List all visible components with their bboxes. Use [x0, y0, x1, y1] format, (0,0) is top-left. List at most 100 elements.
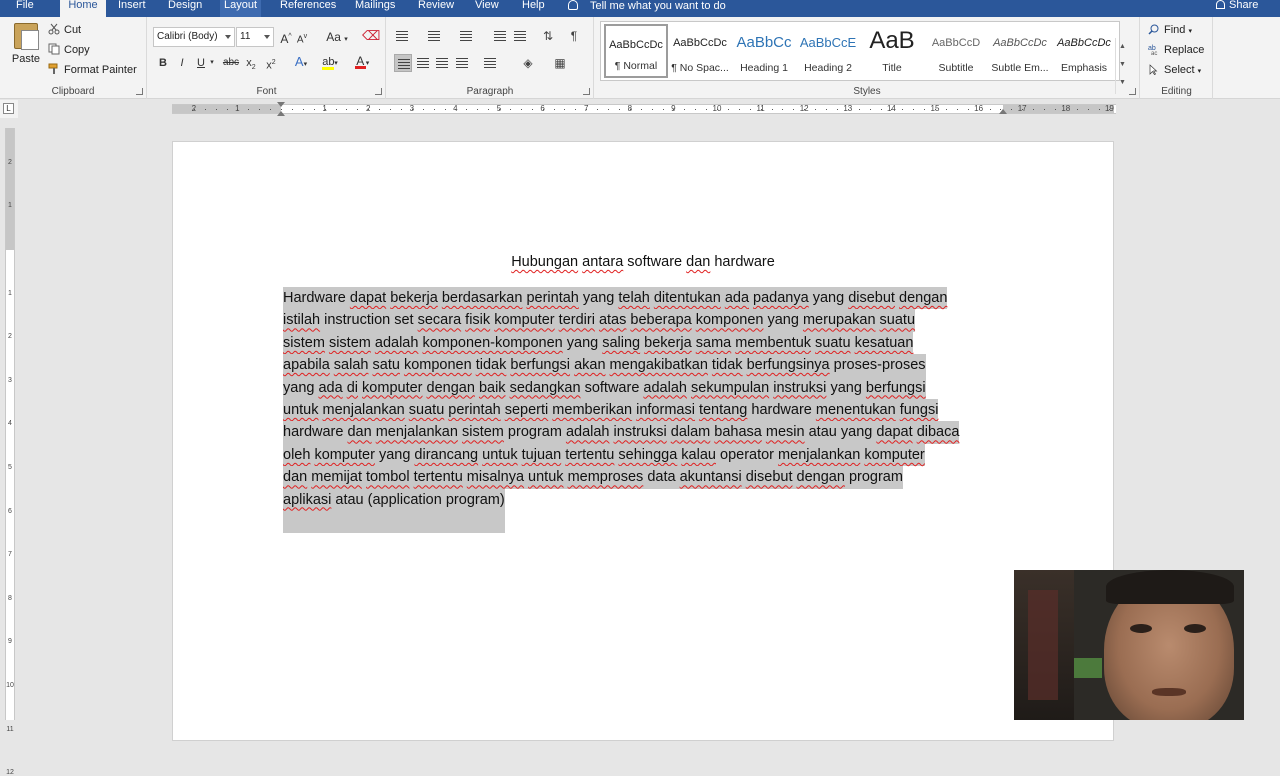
- style-preview: AaBbCcDc: [673, 37, 727, 49]
- ruler-tick-mark: [706, 109, 708, 110]
- tab-references[interactable]: References: [276, 0, 340, 17]
- replace-button[interactable]: ab ac Replace: [1148, 41, 1204, 59]
- find-button[interactable]: Find ▾: [1148, 21, 1192, 39]
- tab-design[interactable]: Design: [164, 0, 206, 17]
- ruler-tick-mark: [913, 109, 915, 110]
- subscript-button[interactable]: x2: [244, 54, 258, 72]
- ruler-tick-mark: [455, 109, 457, 110]
- styles-group-label: Styles: [853, 86, 881, 97]
- copy-button[interactable]: Copy: [48, 41, 90, 59]
- vertical-ruler[interactable]: 2 1 1 2 3 4 5 6 7 8 9 10 11 12: [5, 128, 15, 776]
- clear-formatting-button[interactable]: ⌫: [362, 27, 380, 45]
- text-effects-button[interactable]: A▾: [290, 53, 312, 71]
- style-subtle-emphasis[interactable]: AaBbCcDc Subtle Em...: [988, 24, 1052, 78]
- font-dialog-launcher[interactable]: [375, 88, 382, 95]
- line-spacing-button[interactable]: [481, 54, 499, 72]
- style-subtitle[interactable]: AaBbCcD Subtitle: [924, 24, 988, 78]
- font-name-combo[interactable]: Calibri (Body): [153, 27, 235, 47]
- multilevel-list-button[interactable]: [457, 27, 475, 45]
- underline-button[interactable]: U: [194, 54, 208, 72]
- font-color-button[interactable]: A ▾: [350, 53, 374, 71]
- share-button[interactable]: Share: [1216, 0, 1258, 17]
- ruler-tick-mark: [935, 109, 936, 110]
- hanging-indent-marker[interactable]: [277, 111, 285, 116]
- shading-button[interactable]: ◈: [519, 54, 537, 72]
- superscript-button[interactable]: x2: [264, 54, 278, 72]
- font-size-combo[interactable]: 11: [236, 27, 274, 47]
- bullets-button[interactable]: [393, 27, 411, 45]
- change-case-button[interactable]: Aa ▾: [324, 28, 350, 46]
- scroll-up-icon[interactable]: ▲: [1116, 38, 1129, 56]
- right-indent-marker[interactable]: [999, 109, 1007, 114]
- style-emphasis[interactable]: AaBbCcDc Emphasis: [1052, 24, 1116, 78]
- style-heading-1[interactable]: AaBbCc Heading 1: [732, 24, 796, 78]
- tab-file[interactable]: File: [12, 0, 38, 17]
- justify-button[interactable]: [453, 54, 471, 72]
- document-line: sistem sistem adalah komponen-komponen y…: [283, 331, 1013, 355]
- tab-mailings[interactable]: Mailings: [351, 0, 399, 17]
- style-title[interactable]: AaB Title: [860, 24, 924, 78]
- ruler-tick-label: 2: [8, 158, 12, 166]
- ruler-tick-mark: [804, 109, 806, 110]
- tab-selector[interactable]: L: [0, 100, 18, 118]
- ruler-tick-label: 2: [8, 333, 12, 341]
- ruler-tick-mark: [509, 109, 511, 110]
- ruler-tick-mark: [640, 109, 642, 110]
- align-left-button[interactable]: [394, 54, 412, 72]
- borders-button[interactable]: ▦: [551, 54, 569, 72]
- tab-insert[interactable]: Insert: [114, 0, 150, 17]
- shrink-font-button[interactable]: Av: [295, 28, 309, 46]
- horizontal-ruler[interactable]: 2112345678910111213141516171819: [172, 102, 1116, 116]
- bold-button[interactable]: B: [156, 54, 170, 72]
- title-word: Hubungan: [511, 254, 579, 270]
- style-normal[interactable]: AaBbCcDc ¶ Normal: [604, 24, 668, 78]
- document-title[interactable]: Hubungan antara software dan hardware: [283, 254, 1003, 270]
- format-painter-button[interactable]: Format Painter: [48, 61, 137, 79]
- clipboard-group: Paste Cut Copy Format Painter Clipboard: [0, 17, 147, 99]
- top-margin-area: [6, 128, 14, 250]
- tell-me-search[interactable]: Tell me what you want to do: [568, 0, 726, 17]
- webcam-overlay: [1014, 570, 1244, 720]
- ruler-tick-mark: [771, 109, 773, 110]
- selected-text: apabila salah satu komponen tidak berfun…: [283, 354, 926, 377]
- tab-help[interactable]: Help: [518, 0, 549, 17]
- person-icon: [1216, 0, 1225, 9]
- show-formatting-button[interactable]: ¶: [565, 27, 583, 45]
- decrease-indent-button[interactable]: [491, 27, 509, 45]
- style-heading-2[interactable]: AaBbCcE Heading 2: [796, 24, 860, 78]
- grow-font-button[interactable]: A^: [279, 28, 293, 46]
- document-page[interactable]: Hubungan antara software dan hardware Ha…: [172, 141, 1114, 741]
- underline-dropdown[interactable]: ▾: [208, 54, 216, 72]
- ruler-tick-mark: [542, 109, 544, 110]
- select-button[interactable]: Select ▾: [1148, 61, 1201, 79]
- clipboard-dialog-launcher[interactable]: [136, 88, 143, 95]
- document-body-paragraph[interactable]: Hardware dapat bekerja berdasarkan perin…: [283, 287, 1013, 533]
- paste-button[interactable]: Paste: [8, 21, 44, 75]
- numbering-button[interactable]: [425, 27, 443, 45]
- scroll-down-icon[interactable]: ▼: [1116, 56, 1129, 74]
- styles-dialog-launcher[interactable]: [1129, 88, 1136, 95]
- align-center-button[interactable]: [414, 54, 432, 72]
- ruler-tick-mark: [248, 109, 250, 110]
- tab-review[interactable]: Review: [414, 0, 458, 17]
- ruler-tick-mark: [836, 109, 838, 110]
- style-no-spacing[interactable]: AaBbCcDc ¶ No Spac...: [668, 24, 732, 78]
- sort-button[interactable]: ⇅: [539, 27, 557, 45]
- highlight-button[interactable]: ab▾: [318, 53, 342, 71]
- style-name: Subtitle: [938, 62, 974, 74]
- tab-view[interactable]: View: [471, 0, 503, 17]
- ruler-tick-mark: [815, 109, 817, 110]
- increase-indent-button[interactable]: [511, 27, 529, 45]
- lightbulb-icon: [568, 0, 578, 10]
- strikethrough-button[interactable]: abc: [222, 54, 240, 72]
- tab-home[interactable]: Home: [60, 0, 106, 17]
- increase-indent-icon: [514, 31, 526, 41]
- cut-button[interactable]: Cut: [48, 21, 81, 39]
- first-line-indent-marker[interactable]: [277, 102, 285, 107]
- paragraph-dialog-launcher[interactable]: [583, 88, 590, 95]
- more-styles-icon[interactable]: ▼: [1116, 74, 1129, 92]
- ruler-tick-label: 6: [8, 507, 12, 515]
- tab-layout[interactable]: Layout: [220, 0, 262, 17]
- italic-button[interactable]: I: [175, 54, 189, 72]
- align-right-button[interactable]: [433, 54, 451, 72]
